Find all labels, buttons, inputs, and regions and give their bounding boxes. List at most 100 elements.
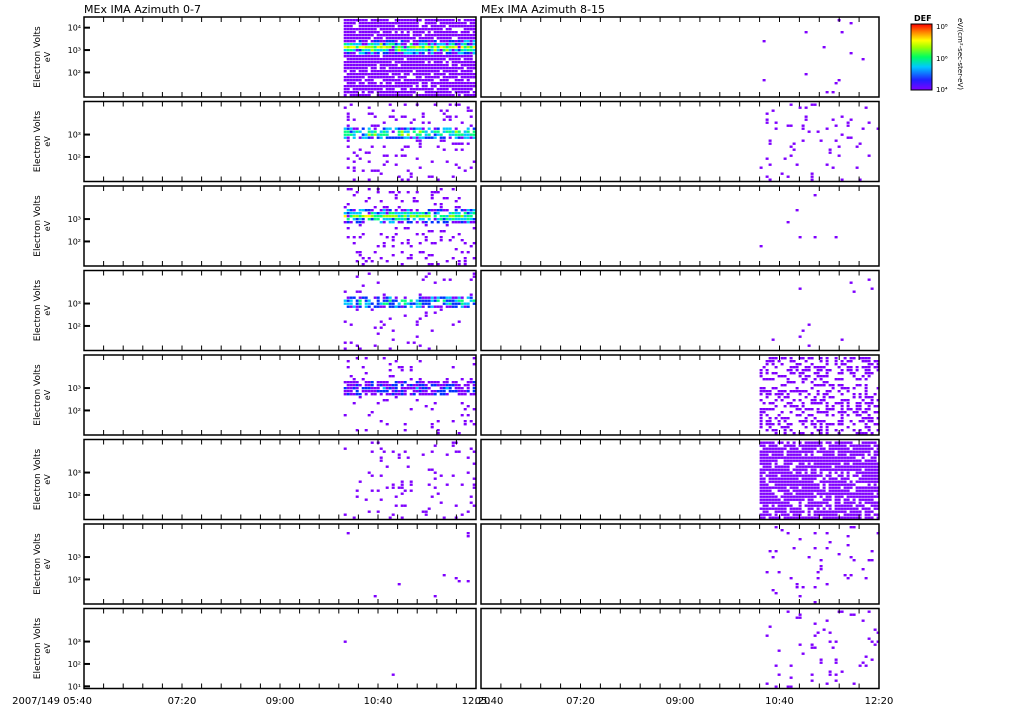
spectrogram-cell bbox=[451, 257, 455, 260]
spectrogram-cell bbox=[795, 486, 799, 489]
spectrogram-cell bbox=[388, 82, 392, 85]
spectrogram-cell bbox=[382, 76, 386, 79]
spectrogram-cell bbox=[367, 151, 371, 154]
spectrogram-cell bbox=[861, 453, 865, 456]
spectrogram-cell bbox=[855, 402, 859, 405]
spectrogram-cell bbox=[433, 94, 437, 97]
spectrogram-cell bbox=[436, 82, 440, 85]
spectrogram-cell bbox=[418, 79, 422, 82]
spectrogram-cell bbox=[789, 676, 793, 679]
spectrogram-cell bbox=[349, 22, 353, 25]
spectrogram-cell bbox=[376, 191, 380, 194]
spectrogram-cell bbox=[343, 88, 347, 91]
spectrogram-cell bbox=[382, 64, 386, 67]
spectrogram-cell bbox=[804, 441, 808, 444]
spectrogram-cell bbox=[466, 52, 470, 55]
spectrogram-cell bbox=[804, 31, 808, 34]
spectrogram-cell bbox=[451, 384, 455, 387]
spectrogram-cell bbox=[828, 408, 832, 411]
spectrogram-cell bbox=[388, 70, 392, 73]
spectrogram-cell bbox=[469, 19, 473, 22]
spectrogram-cell bbox=[370, 73, 374, 76]
spectrogram-cell bbox=[852, 513, 856, 516]
spectrogram-cell bbox=[768, 417, 772, 420]
spectrogram-cell bbox=[840, 489, 844, 492]
spectrogram-cell bbox=[873, 471, 877, 474]
spectrogram-cell bbox=[813, 384, 817, 387]
spectrogram-cell bbox=[762, 366, 766, 369]
spectrogram-cell bbox=[427, 46, 431, 49]
spectrogram-cell bbox=[433, 49, 437, 52]
spectrogram-cell bbox=[801, 420, 805, 423]
spectrogram-cell bbox=[457, 260, 461, 263]
spectrogram-cell bbox=[460, 22, 464, 25]
spectrogram-cell bbox=[798, 495, 802, 498]
spectrogram-cell bbox=[346, 22, 350, 25]
spectrogram-cell bbox=[774, 664, 778, 667]
spectrogram-cell bbox=[454, 212, 458, 215]
spectrogram-cell bbox=[852, 429, 856, 432]
spectrogram-cell bbox=[406, 239, 410, 242]
spectrogram-cell bbox=[828, 489, 832, 492]
spectrogram-cell bbox=[385, 136, 389, 139]
spectrogram-cell bbox=[424, 55, 428, 58]
spectrogram-cell bbox=[358, 46, 362, 49]
spectrogram-cell bbox=[828, 480, 832, 483]
spectrogram-cell bbox=[783, 157, 787, 160]
spectrogram-cell bbox=[346, 532, 350, 535]
spectrogram-cell bbox=[861, 366, 865, 369]
spectrogram-cell bbox=[397, 46, 401, 49]
spectrogram-cell bbox=[759, 462, 763, 465]
spectrogram-cell bbox=[349, 127, 353, 130]
spectrogram-cell bbox=[454, 133, 458, 136]
spectrogram-cell bbox=[807, 483, 811, 486]
spectrogram-cell bbox=[403, 28, 407, 31]
spectrogram-cell bbox=[406, 79, 410, 82]
spectrogram-cell bbox=[789, 477, 793, 480]
spectrogram-cell bbox=[442, 299, 446, 302]
spectrogram-cell bbox=[819, 495, 823, 498]
spectrogram-cell bbox=[379, 46, 383, 49]
spectrogram-cell bbox=[358, 218, 362, 221]
spectrogram-cell bbox=[373, 64, 377, 67]
spectrogram-cell bbox=[810, 420, 814, 423]
spectrogram-cell bbox=[846, 544, 850, 547]
spectrogram-cell bbox=[364, 55, 368, 58]
spectrogram-cell bbox=[355, 127, 359, 130]
spectrogram-cell bbox=[409, 257, 413, 260]
spectrogram-cell bbox=[846, 399, 850, 402]
spectrogram-cell bbox=[394, 85, 398, 88]
spectrogram-cell bbox=[376, 46, 380, 49]
spectrogram-cell bbox=[367, 55, 371, 58]
spectrogram-cell bbox=[448, 22, 452, 25]
spectrogram-cell bbox=[409, 22, 413, 25]
spectrogram-cell bbox=[801, 405, 805, 408]
spectrogram-cell bbox=[457, 49, 461, 52]
y-axis-unit: eV bbox=[43, 51, 52, 62]
spectrogram-cell bbox=[421, 305, 425, 308]
spectrogram-cell bbox=[849, 465, 853, 468]
spectrogram-cell bbox=[433, 215, 437, 218]
spectrogram-cell bbox=[789, 405, 793, 408]
spectrogram-cell bbox=[801, 357, 805, 360]
spectrogram-cell bbox=[786, 417, 790, 420]
spectrogram-cell bbox=[361, 22, 365, 25]
spectrogram-cell bbox=[792, 405, 796, 408]
spectrogram-cell bbox=[385, 37, 389, 40]
spectrogram-cell bbox=[367, 188, 371, 191]
spectrogram-cell bbox=[346, 28, 350, 31]
spectrogram-cell bbox=[406, 465, 410, 468]
spectrogram-cell bbox=[798, 420, 802, 423]
spectrogram-cell bbox=[762, 498, 766, 501]
spectrogram-cell bbox=[445, 52, 449, 55]
spectrogram-cell bbox=[400, 390, 404, 393]
spectrogram-cell bbox=[397, 79, 401, 82]
spectrogram-cell bbox=[388, 369, 392, 372]
spectrogram-cell bbox=[819, 399, 823, 402]
spectrogram-cell bbox=[789, 483, 793, 486]
spectrogram-cell bbox=[388, 88, 392, 91]
spectrogram-cell bbox=[400, 55, 404, 58]
spectrogram-cell bbox=[765, 465, 769, 468]
spectrogram-cell bbox=[801, 411, 805, 414]
spectrogram-cell bbox=[840, 393, 844, 396]
